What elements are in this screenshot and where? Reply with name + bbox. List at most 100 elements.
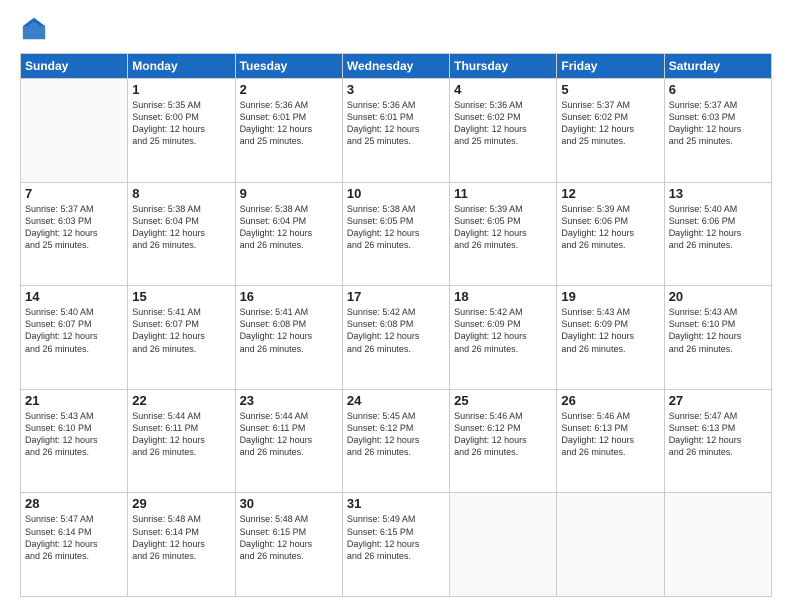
calendar-cell: 20 Sunrise: 5:43 AMSunset: 6:10 PMDayligh… xyxy=(664,286,771,390)
page: SundayMondayTuesdayWednesdayThursdayFrid… xyxy=(0,0,792,612)
day-info: Sunrise: 5:38 AMSunset: 6:04 PMDaylight:… xyxy=(132,203,230,252)
day-info: Sunrise: 5:36 AMSunset: 6:01 PMDaylight:… xyxy=(347,99,445,148)
calendar-cell: 2 Sunrise: 5:36 AMSunset: 6:01 PMDaylight… xyxy=(235,79,342,183)
weekday-header-wednesday: Wednesday xyxy=(342,54,449,79)
calendar-cell: 3Sunrise: 5:36 AMSunset: 6:01 PMDaylight… xyxy=(342,79,449,183)
day-info: Sunrise: 5:46 AMSunset: 6:13 PMDaylight:… xyxy=(561,410,659,459)
day-info: Sunrise: 5:41 AMSunset: 6:07 PMDaylight:… xyxy=(132,306,230,355)
day-number: 14 xyxy=(25,289,123,304)
weekday-header-saturday: Saturday xyxy=(664,54,771,79)
day-number: 11 xyxy=(454,186,552,201)
calendar-cell xyxy=(664,493,771,597)
day-info: Sunrise: 5:36 AMSunset: 6:01 PMDaylight:… xyxy=(240,99,338,148)
calendar-cell: 31 Sunrise: 5:49 AMSunset: 6:15 PMDayligh… xyxy=(342,493,449,597)
day-number: 13 xyxy=(669,186,767,201)
calendar-cell: 26 Sunrise: 5:46 AMSunset: 6:13 PMDayligh… xyxy=(557,389,664,493)
day-number: 18 xyxy=(454,289,552,304)
calendar-week-row: 14 Sunrise: 5:40 AMSunset: 6:07 PMDayligh… xyxy=(21,286,772,390)
day-number: 30 xyxy=(240,496,338,511)
day-number: 21 xyxy=(25,393,123,408)
day-number: 31 xyxy=(347,496,445,511)
calendar-cell: 24 Sunrise: 5:45 AMSunset: 6:12 PMDayligh… xyxy=(342,389,449,493)
day-number: 28 xyxy=(25,496,123,511)
calendar-cell: 25Sunrise: 5:46 AMSunset: 6:12 PMDayligh… xyxy=(450,389,557,493)
day-info: Sunrise: 5:36 AMSunset: 6:02 PMDaylight:… xyxy=(454,99,552,148)
day-info: Sunrise: 5:47 AMSunset: 6:13 PMDaylight:… xyxy=(669,410,767,459)
calendar-cell: 6Sunrise: 5:37 AMSunset: 6:03 PMDaylight… xyxy=(664,79,771,183)
header xyxy=(20,15,772,43)
calendar-cell: 27 Sunrise: 5:47 AMSunset: 6:13 PMDayligh… xyxy=(664,389,771,493)
calendar-cell: 11Sunrise: 5:39 AMSunset: 6:05 PMDayligh… xyxy=(450,182,557,286)
day-info: Sunrise: 5:42 AMSunset: 6:08 PMDaylight:… xyxy=(347,306,445,355)
day-info: Sunrise: 5:38 AMSunset: 6:04 PMDaylight:… xyxy=(240,203,338,252)
day-number: 12 xyxy=(561,186,659,201)
day-number: 23 xyxy=(240,393,338,408)
day-info: Sunrise: 5:43 AMSunset: 6:10 PMDaylight:… xyxy=(669,306,767,355)
calendar-week-row: 1 Sunrise: 5:35 AMSunset: 6:00 PMDaylight… xyxy=(21,79,772,183)
calendar-week-row: 21 Sunrise: 5:43 AMSunset: 6:10 PMDayligh… xyxy=(21,389,772,493)
day-number: 1 xyxy=(132,82,230,97)
day-number: 29 xyxy=(132,496,230,511)
calendar-cell: 29 Sunrise: 5:48 AMSunset: 6:14 PMDayligh… xyxy=(128,493,235,597)
day-info: Sunrise: 5:45 AMSunset: 6:12 PMDaylight:… xyxy=(347,410,445,459)
day-info: Sunrise: 5:37 AMSunset: 6:02 PMDaylight:… xyxy=(561,99,659,148)
calendar-cell: 13 Sunrise: 5:40 AMSunset: 6:06 PMDayligh… xyxy=(664,182,771,286)
day-info: Sunrise: 5:44 AMSunset: 6:11 PMDaylight:… xyxy=(240,410,338,459)
calendar-cell: 16 Sunrise: 5:41 AMSunset: 6:08 PMDayligh… xyxy=(235,286,342,390)
calendar-cell xyxy=(557,493,664,597)
day-info: Sunrise: 5:48 AMSunset: 6:15 PMDaylight:… xyxy=(240,513,338,562)
calendar-cell: 19 Sunrise: 5:43 AMSunset: 6:09 PMDayligh… xyxy=(557,286,664,390)
weekday-header-row: SundayMondayTuesdayWednesdayThursdayFrid… xyxy=(21,54,772,79)
calendar-cell: 14 Sunrise: 5:40 AMSunset: 6:07 PMDayligh… xyxy=(21,286,128,390)
day-info: Sunrise: 5:35 AMSunset: 6:00 PMDaylight:… xyxy=(132,99,230,148)
calendar-cell xyxy=(450,493,557,597)
day-number: 16 xyxy=(240,289,338,304)
day-info: Sunrise: 5:44 AMSunset: 6:11 PMDaylight:… xyxy=(132,410,230,459)
day-info: Sunrise: 5:40 AMSunset: 6:07 PMDaylight:… xyxy=(25,306,123,355)
day-number: 24 xyxy=(347,393,445,408)
calendar-cell: 28 Sunrise: 5:47 AMSunset: 6:14 PMDayligh… xyxy=(21,493,128,597)
day-number: 9 xyxy=(240,186,338,201)
weekday-header-thursday: Thursday xyxy=(450,54,557,79)
calendar-cell: 4 Sunrise: 5:36 AMSunset: 6:02 PMDaylight… xyxy=(450,79,557,183)
calendar-cell: 23 Sunrise: 5:44 AMSunset: 6:11 PMDayligh… xyxy=(235,389,342,493)
day-number: 26 xyxy=(561,393,659,408)
day-number: 27 xyxy=(669,393,767,408)
day-number: 2 xyxy=(240,82,338,97)
calendar-cell: 5Sunrise: 5:37 AMSunset: 6:02 PMDaylight… xyxy=(557,79,664,183)
calendar-cell xyxy=(21,79,128,183)
day-number: 15 xyxy=(132,289,230,304)
day-info: Sunrise: 5:47 AMSunset: 6:14 PMDaylight:… xyxy=(25,513,123,562)
logo-icon xyxy=(20,15,48,43)
day-number: 22 xyxy=(132,393,230,408)
calendar-body: 1 Sunrise: 5:35 AMSunset: 6:00 PMDaylight… xyxy=(21,79,772,597)
calendar-header: SundayMondayTuesdayWednesdayThursdayFrid… xyxy=(21,54,772,79)
calendar-cell: 9 Sunrise: 5:38 AMSunset: 6:04 PMDaylight… xyxy=(235,182,342,286)
calendar-table: SundayMondayTuesdayWednesdayThursdayFrid… xyxy=(20,53,772,597)
day-info: Sunrise: 5:46 AMSunset: 6:12 PMDaylight:… xyxy=(454,410,552,459)
calendar-cell: 7Sunrise: 5:37 AMSunset: 6:03 PMDaylight… xyxy=(21,182,128,286)
day-number: 20 xyxy=(669,289,767,304)
day-info: Sunrise: 5:38 AMSunset: 6:05 PMDaylight:… xyxy=(347,203,445,252)
day-info: Sunrise: 5:39 AMSunset: 6:06 PMDaylight:… xyxy=(561,203,659,252)
day-info: Sunrise: 5:43 AMSunset: 6:09 PMDaylight:… xyxy=(561,306,659,355)
day-number: 10 xyxy=(347,186,445,201)
day-number: 17 xyxy=(347,289,445,304)
day-info: Sunrise: 5:40 AMSunset: 6:06 PMDaylight:… xyxy=(669,203,767,252)
day-info: Sunrise: 5:42 AMSunset: 6:09 PMDaylight:… xyxy=(454,306,552,355)
logo xyxy=(20,15,52,43)
calendar-cell: 18 Sunrise: 5:42 AMSunset: 6:09 PMDayligh… xyxy=(450,286,557,390)
day-info: Sunrise: 5:43 AMSunset: 6:10 PMDaylight:… xyxy=(25,410,123,459)
weekday-header-monday: Monday xyxy=(128,54,235,79)
weekday-header-friday: Friday xyxy=(557,54,664,79)
day-info: Sunrise: 5:41 AMSunset: 6:08 PMDaylight:… xyxy=(240,306,338,355)
weekday-header-sunday: Sunday xyxy=(21,54,128,79)
calendar-week-row: 7Sunrise: 5:37 AMSunset: 6:03 PMDaylight… xyxy=(21,182,772,286)
day-info: Sunrise: 5:49 AMSunset: 6:15 PMDaylight:… xyxy=(347,513,445,562)
day-number: 4 xyxy=(454,82,552,97)
calendar-week-row: 28 Sunrise: 5:47 AMSunset: 6:14 PMDayligh… xyxy=(21,493,772,597)
day-number: 7 xyxy=(25,186,123,201)
day-info: Sunrise: 5:48 AMSunset: 6:14 PMDaylight:… xyxy=(132,513,230,562)
day-number: 19 xyxy=(561,289,659,304)
calendar-cell: 17 Sunrise: 5:42 AMSunset: 6:08 PMDayligh… xyxy=(342,286,449,390)
